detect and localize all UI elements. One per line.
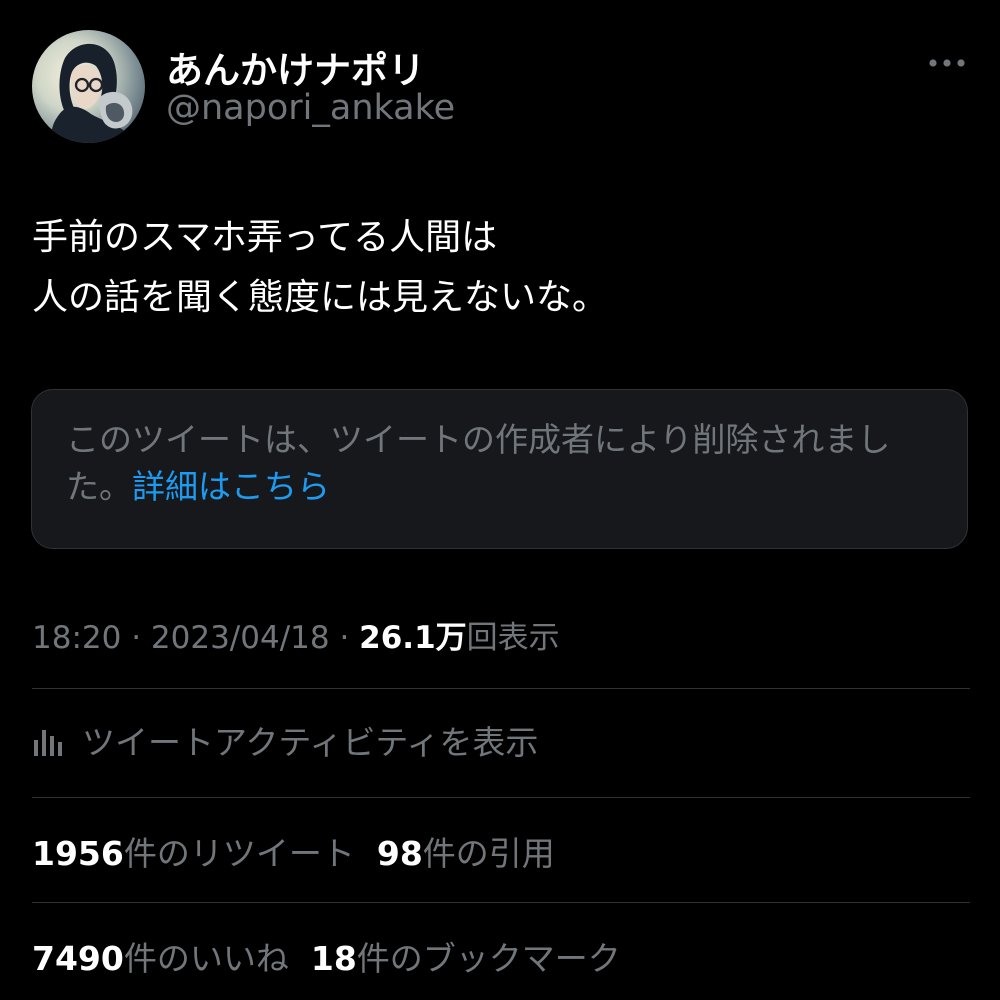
bookmarks-stat[interactable]: 18件のブックマーク [311,939,621,978]
bookmark-count: 18 [310,939,357,978]
quote-label: 件の引用 [422,834,555,873]
bar-chart-icon [34,730,62,756]
bookmark-label: 件のブックマーク [356,939,621,978]
author-avatar[interactable] [32,30,145,143]
author-display-name[interactable]: あんかけナポリ [166,40,425,94]
view-count: 26.1万 [359,620,467,656]
view-count-label: 回表示 [466,620,560,656]
divider [32,797,970,798]
tweet-text-line: 人の話を聞く態度には見えないな。 [32,277,609,318]
divider [32,688,970,689]
tweet-time[interactable]: 18:20 [32,620,121,656]
divider [32,902,970,903]
retweet-count: 1956 [32,834,124,873]
engagement-row-reposts: 1956件のリツイート 98件の引用 [32,827,555,875]
author-handle[interactable]: @napori_ankake [166,88,455,128]
tweet-text: 手前のスマホ弄ってる人間は 人の話を聞く態度には見えないな。 [32,208,962,328]
tweet-metadata: 18:20 · 2023/04/18 · 26.1万回表示 [32,612,560,657]
like-label: 件のいいね [123,939,289,978]
meta-separator: · [121,620,151,656]
tweet-activity-button[interactable]: ツイートアクティビティを表示 [32,716,538,764]
more-horizontal-icon[interactable] [928,56,966,70]
meta-separator: · [329,620,360,656]
likes-stat[interactable]: 7490件のいいね [32,939,289,978]
avatar-illustration [51,43,133,143]
like-count: 7490 [32,939,124,978]
tweet-activity-label: ツイートアクティビティを表示 [82,723,539,762]
retweets-stat[interactable]: 1956件のリツイート [32,834,355,873]
deleted-tweet-message: このツイートは、ツイートの作成者により削除されました。詳細はこちら [66,416,936,510]
details-link[interactable]: 詳細はこちら [132,467,330,506]
quote-count: 98 [376,834,423,873]
retweet-label: 件のリツイート [123,834,355,873]
quotes-stat[interactable]: 98件の引用 [377,834,555,873]
deleted-quoted-tweet-card[interactable]: このツイートは、ツイートの作成者により削除されました。詳細はこちら [31,389,968,549]
tweet-text-line: 手前のスマホ弄ってる人間は [32,217,498,258]
engagement-row-likes: 7490件のいいね 18件のブックマーク [32,932,621,980]
tweet-date[interactable]: 2023/04/18 [151,620,330,656]
